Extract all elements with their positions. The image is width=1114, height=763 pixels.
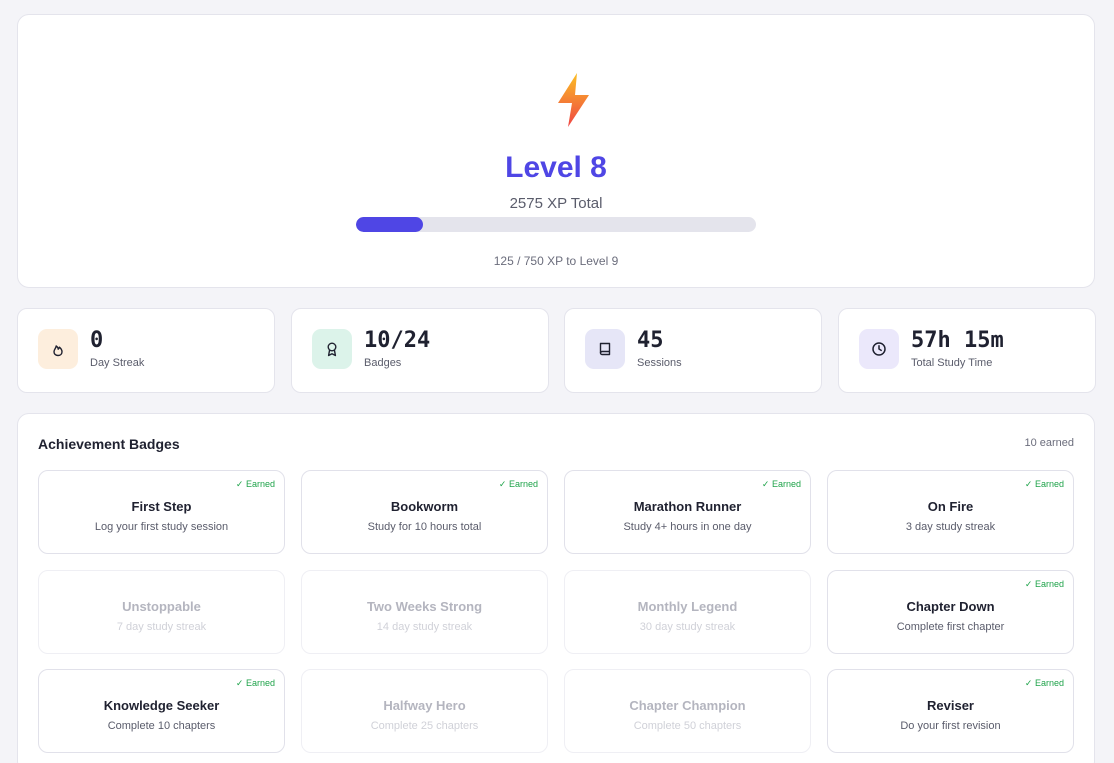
stat-card-badges: 10/24 Badges [291, 308, 549, 393]
badge-name: Unstoppable [122, 599, 201, 614]
badge-card: Unstoppable 7 day study streak [38, 570, 285, 654]
badge-description: 3 day study streak [905, 521, 996, 533]
stat-card-sessions: 45 Sessions [564, 308, 822, 393]
badge-card: ✓ Earned Bookworm Study for 10 hours total [301, 470, 548, 554]
earned-badge-tag: ✓ Earned [498, 479, 538, 489]
earned-count: 10 earned [1024, 437, 1074, 449]
stat-label: Sessions [637, 357, 682, 369]
xp-progress-text: 125 / 750 XP to Level 9 [493, 254, 619, 268]
badge-description: Complete 10 chapters [107, 720, 216, 732]
stat-value: 10/24 [364, 328, 431, 353]
badge-card: Chapter Champion Complete 50 chapters [564, 669, 811, 753]
earned-badge-tag: ✓ Earned [1024, 678, 1064, 688]
flame-icon [38, 329, 78, 369]
badge-card: Halfway Hero Complete 25 chapters [301, 669, 548, 753]
achievement-badges-panel: Achievement Badges 10 earned ✓ Earned Fir… [17, 413, 1095, 763]
stat-value: 57h 15m [911, 328, 1004, 353]
xp-progress-fill [356, 217, 423, 232]
badge-description: 7 day study streak [116, 621, 207, 633]
gamification-dashboard: Level 8 2575 XP Total 125 / 750 XP to Le… [0, 0, 1114, 763]
badge-name: Chapter Down [906, 599, 995, 614]
earned-badge-tag: ✓ Earned [235, 678, 275, 688]
badge-name: Monthly Legend [637, 599, 738, 614]
badge-card: ✓ Earned Chapter Down Complete first chapt… [827, 570, 1074, 654]
badge-name: First Step [131, 499, 192, 514]
badge-description: Study for 10 hours total [367, 521, 482, 533]
earned-badge-tag: ✓ Earned [1024, 579, 1064, 589]
stat-label: Total Study Time [911, 357, 993, 369]
badge-description: Log your first study session [94, 521, 229, 533]
badge-card: ✓ Earned On Fire 3 day study streak [827, 470, 1074, 554]
stat-card-total-study-time: 57h 15m Total Study Time [838, 308, 1096, 393]
badge-card: Monthly Legend 30 day study streak [564, 570, 811, 654]
badge-card: ✓ Earned Knowledge Seeker Complete 10 chap… [38, 669, 285, 753]
earned-badge-tag: ✓ Earned [761, 479, 801, 489]
badge-description: 14 day study streak [376, 621, 473, 633]
stat-card-day-streak: 0 Day Streak [17, 308, 275, 393]
xp-progress-bar [356, 217, 756, 232]
panel-title: Achievement Badges [38, 436, 180, 452]
badge-name: On Fire [927, 499, 974, 514]
award-ribbon-icon [312, 329, 352, 369]
level-title: Level 8 [505, 151, 607, 184]
stat-value: 45 [637, 328, 664, 353]
badge-name: Halfway Hero [383, 698, 466, 713]
clock-icon [859, 329, 899, 369]
badge-card: ✓ Earned First Step Log your first study s… [38, 470, 285, 554]
badge-name: Bookworm [390, 499, 459, 514]
badge-description: Complete 25 chapters [370, 720, 479, 732]
badge-description: 30 day study streak [639, 621, 736, 633]
badge-description: Study 4+ hours in one day [623, 521, 752, 533]
badge-description: Do your first revision [900, 720, 1001, 732]
book-icon [585, 329, 625, 369]
badge-name: Reviser [927, 698, 974, 713]
xp-total: 2575 XP Total [509, 195, 603, 212]
badge-name: Chapter Champion [629, 698, 746, 713]
badge-card: ✓ Earned Reviser Do your first revision [827, 669, 1074, 753]
badge-description: Complete first chapter [896, 621, 1005, 633]
level-card: Level 8 2575 XP Total 125 / 750 XP to Le… [17, 14, 1095, 288]
stat-label: Day Streak [90, 357, 145, 369]
stat-label: Badges [364, 357, 402, 369]
badge-name: Two Weeks Strong [366, 599, 483, 614]
badge-name: Marathon Runner [633, 499, 742, 514]
earned-badge-tag: ✓ Earned [1024, 479, 1064, 489]
earned-badge-tag: ✓ Earned [235, 479, 275, 489]
stat-value: 0 [90, 328, 104, 353]
badge-name: Knowledge Seeker [103, 698, 220, 713]
lightning-bolt-icon [558, 73, 589, 127]
badge-card: Two Weeks Strong 14 day study streak [301, 570, 548, 654]
badge-card: ✓ Earned Marathon Runner Study 4+ hours in… [564, 470, 811, 554]
badge-description: Complete 50 chapters [633, 720, 742, 732]
